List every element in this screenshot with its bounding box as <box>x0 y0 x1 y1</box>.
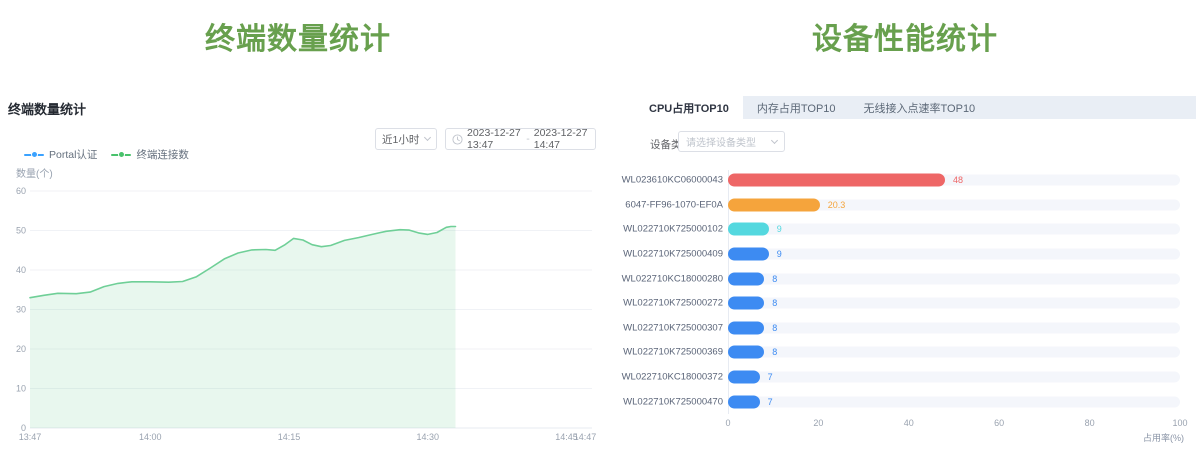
bar-value-label: 8 <box>772 298 777 308</box>
terminal-count-line-chart: 010203040506013:4714:0014:1514:3014:4514… <box>0 182 600 456</box>
bar <box>728 248 769 261</box>
legend-label: 终端连接数 <box>136 147 189 162</box>
date-range-picker[interactable]: 2023-12-27 13:47 - 2023-12-27 14:47 <box>445 128 596 150</box>
device-name-label: WL022710K725000272 <box>620 298 723 309</box>
device-name-label: WL022710K725000102 <box>620 224 723 235</box>
bar-track <box>728 273 1180 284</box>
bar-track <box>728 224 1180 235</box>
bar-value-label: 8 <box>772 347 777 357</box>
bar <box>728 321 764 334</box>
date-range-start: 2023-12-27 13:47 <box>467 127 522 151</box>
svg-text:14:15: 14:15 <box>278 432 301 442</box>
bar-row: WL022710K725000307 8 <box>620 316 1198 341</box>
bar-track <box>728 249 1180 260</box>
bar-value-label: 8 <box>772 274 777 284</box>
performance-tabbar: CPU占用TOP10内存占用TOP10无线接入点速率TOP10 <box>635 96 1196 119</box>
clock-icon <box>452 134 463 145</box>
time-range-select[interactable]: 近1小时 <box>375 128 437 150</box>
bar-value-label: 20.3 <box>828 200 846 210</box>
bar-value-label: 9 <box>777 224 782 234</box>
tab-无线接入点速率TOP10[interactable]: 无线接入点速率TOP10 <box>850 96 990 119</box>
bar <box>728 272 764 285</box>
bar-value-label: 8 <box>772 323 777 333</box>
bar-row: WL022710K725000470 7 <box>620 389 1198 414</box>
date-range-end: 2023-12-27 14:47 <box>534 127 589 151</box>
device-name-label: WL022710K725000307 <box>620 322 723 333</box>
right-section-title: 设备性能统计 <box>616 14 1194 58</box>
legend-item[interactable]: 终端连接数 <box>111 147 189 162</box>
legend-marker-icon <box>111 154 131 156</box>
bar <box>728 346 764 359</box>
x-axis-tick: 60 <box>994 418 1004 428</box>
device-type-placeholder: 请选择设备类型 <box>686 134 756 149</box>
bar-value-label: 48 <box>953 175 963 185</box>
svg-text:14:30: 14:30 <box>416 432 439 442</box>
svg-text:10: 10 <box>16 384 26 394</box>
bar-row: WL022710K725000409 9 <box>620 242 1198 267</box>
bar-value-label: 9 <box>777 249 782 259</box>
bar-value-label: 7 <box>768 372 773 382</box>
x-axis-tick: 100 <box>1172 418 1187 428</box>
bar-track <box>728 298 1180 309</box>
tab-内存占用TOP10[interactable]: 内存占用TOP10 <box>743 96 850 119</box>
svg-text:40: 40 <box>16 265 26 275</box>
legend-label: Portal认证 <box>49 147 97 162</box>
terminal-count-heading: 终端数量统计 <box>8 99 86 118</box>
svg-text:13:47: 13:47 <box>19 432 42 442</box>
bar <box>728 174 945 187</box>
svg-text:60: 60 <box>16 186 26 196</box>
legend-item[interactable]: Portal认证 <box>24 147 97 162</box>
device-name-label: WL022710KC18000280 <box>620 273 723 284</box>
bar <box>728 395 760 408</box>
line-chart-legend: Portal认证 终端连接数 <box>24 147 189 162</box>
bar <box>728 371 760 384</box>
svg-text:14:00: 14:00 <box>139 432 162 442</box>
bar <box>728 223 769 236</box>
device-name-label: WL022710K725000409 <box>620 249 723 260</box>
legend-marker-icon <box>24 154 44 156</box>
device-name-label: WL022710KC18000372 <box>620 372 723 383</box>
svg-text:20: 20 <box>16 344 26 354</box>
line-series-area <box>30 227 456 429</box>
cpu-top10-bar-chart: 占用率(%) WL023610KC06000043 48 6047-FF96-107… <box>620 168 1198 452</box>
device-name-label: 6047-FF96-1070-EF0A <box>620 199 723 210</box>
bar-row: WL022710KC18000280 8 <box>620 266 1198 291</box>
bar-row: WL022710K725000102 9 <box>620 217 1198 242</box>
svg-text:30: 30 <box>16 305 26 315</box>
bar-row: WL022710KC18000372 7 <box>620 365 1198 390</box>
svg-text:14:47: 14:47 <box>574 432 597 442</box>
bar-row: 6047-FF96-1070-EF0A 20.3 <box>620 193 1198 218</box>
bar-value-label: 7 <box>768 397 773 407</box>
device-type-select[interactable]: 请选择设备类型 <box>678 131 785 152</box>
x-axis-tick: 0 <box>725 418 730 428</box>
bar-row: WL022710K725000272 8 <box>620 291 1198 316</box>
x-axis-tick: 40 <box>904 418 914 428</box>
bar-track <box>728 372 1180 383</box>
date-range-separator: - <box>526 133 530 145</box>
tab-CPU占用TOP10[interactable]: CPU占用TOP10 <box>635 96 743 119</box>
left-section-title: 终端数量统计 <box>0 14 596 58</box>
bar-track <box>728 347 1180 358</box>
svg-text:50: 50 <box>16 226 26 236</box>
chevron-down-icon <box>771 136 778 143</box>
dashboard: 终端数量统计 设备性能统计 终端数量统计 近1小时 2023-12-27 13:… <box>0 0 1200 456</box>
bar-track <box>728 396 1180 407</box>
bar <box>728 297 764 310</box>
x-axis-tick: 20 <box>813 418 823 428</box>
device-name-label: WL022710K725000470 <box>620 396 723 407</box>
bar-track <box>728 322 1180 333</box>
bar-row: WL023610KC06000043 48 <box>620 168 1198 193</box>
x-axis-title: 占用率(%) <box>1143 431 1184 444</box>
chevron-down-icon <box>424 134 431 141</box>
bar-row: WL022710K725000369 8 <box>620 340 1198 365</box>
bar <box>728 198 820 211</box>
device-name-label: WL022710K725000369 <box>620 347 723 358</box>
x-axis-tick: 80 <box>1085 418 1095 428</box>
y-axis-title: 数量(个) <box>16 165 53 180</box>
time-range-select-value: 近1小时 <box>382 132 419 147</box>
device-name-label: WL023610KC06000043 <box>620 175 723 186</box>
